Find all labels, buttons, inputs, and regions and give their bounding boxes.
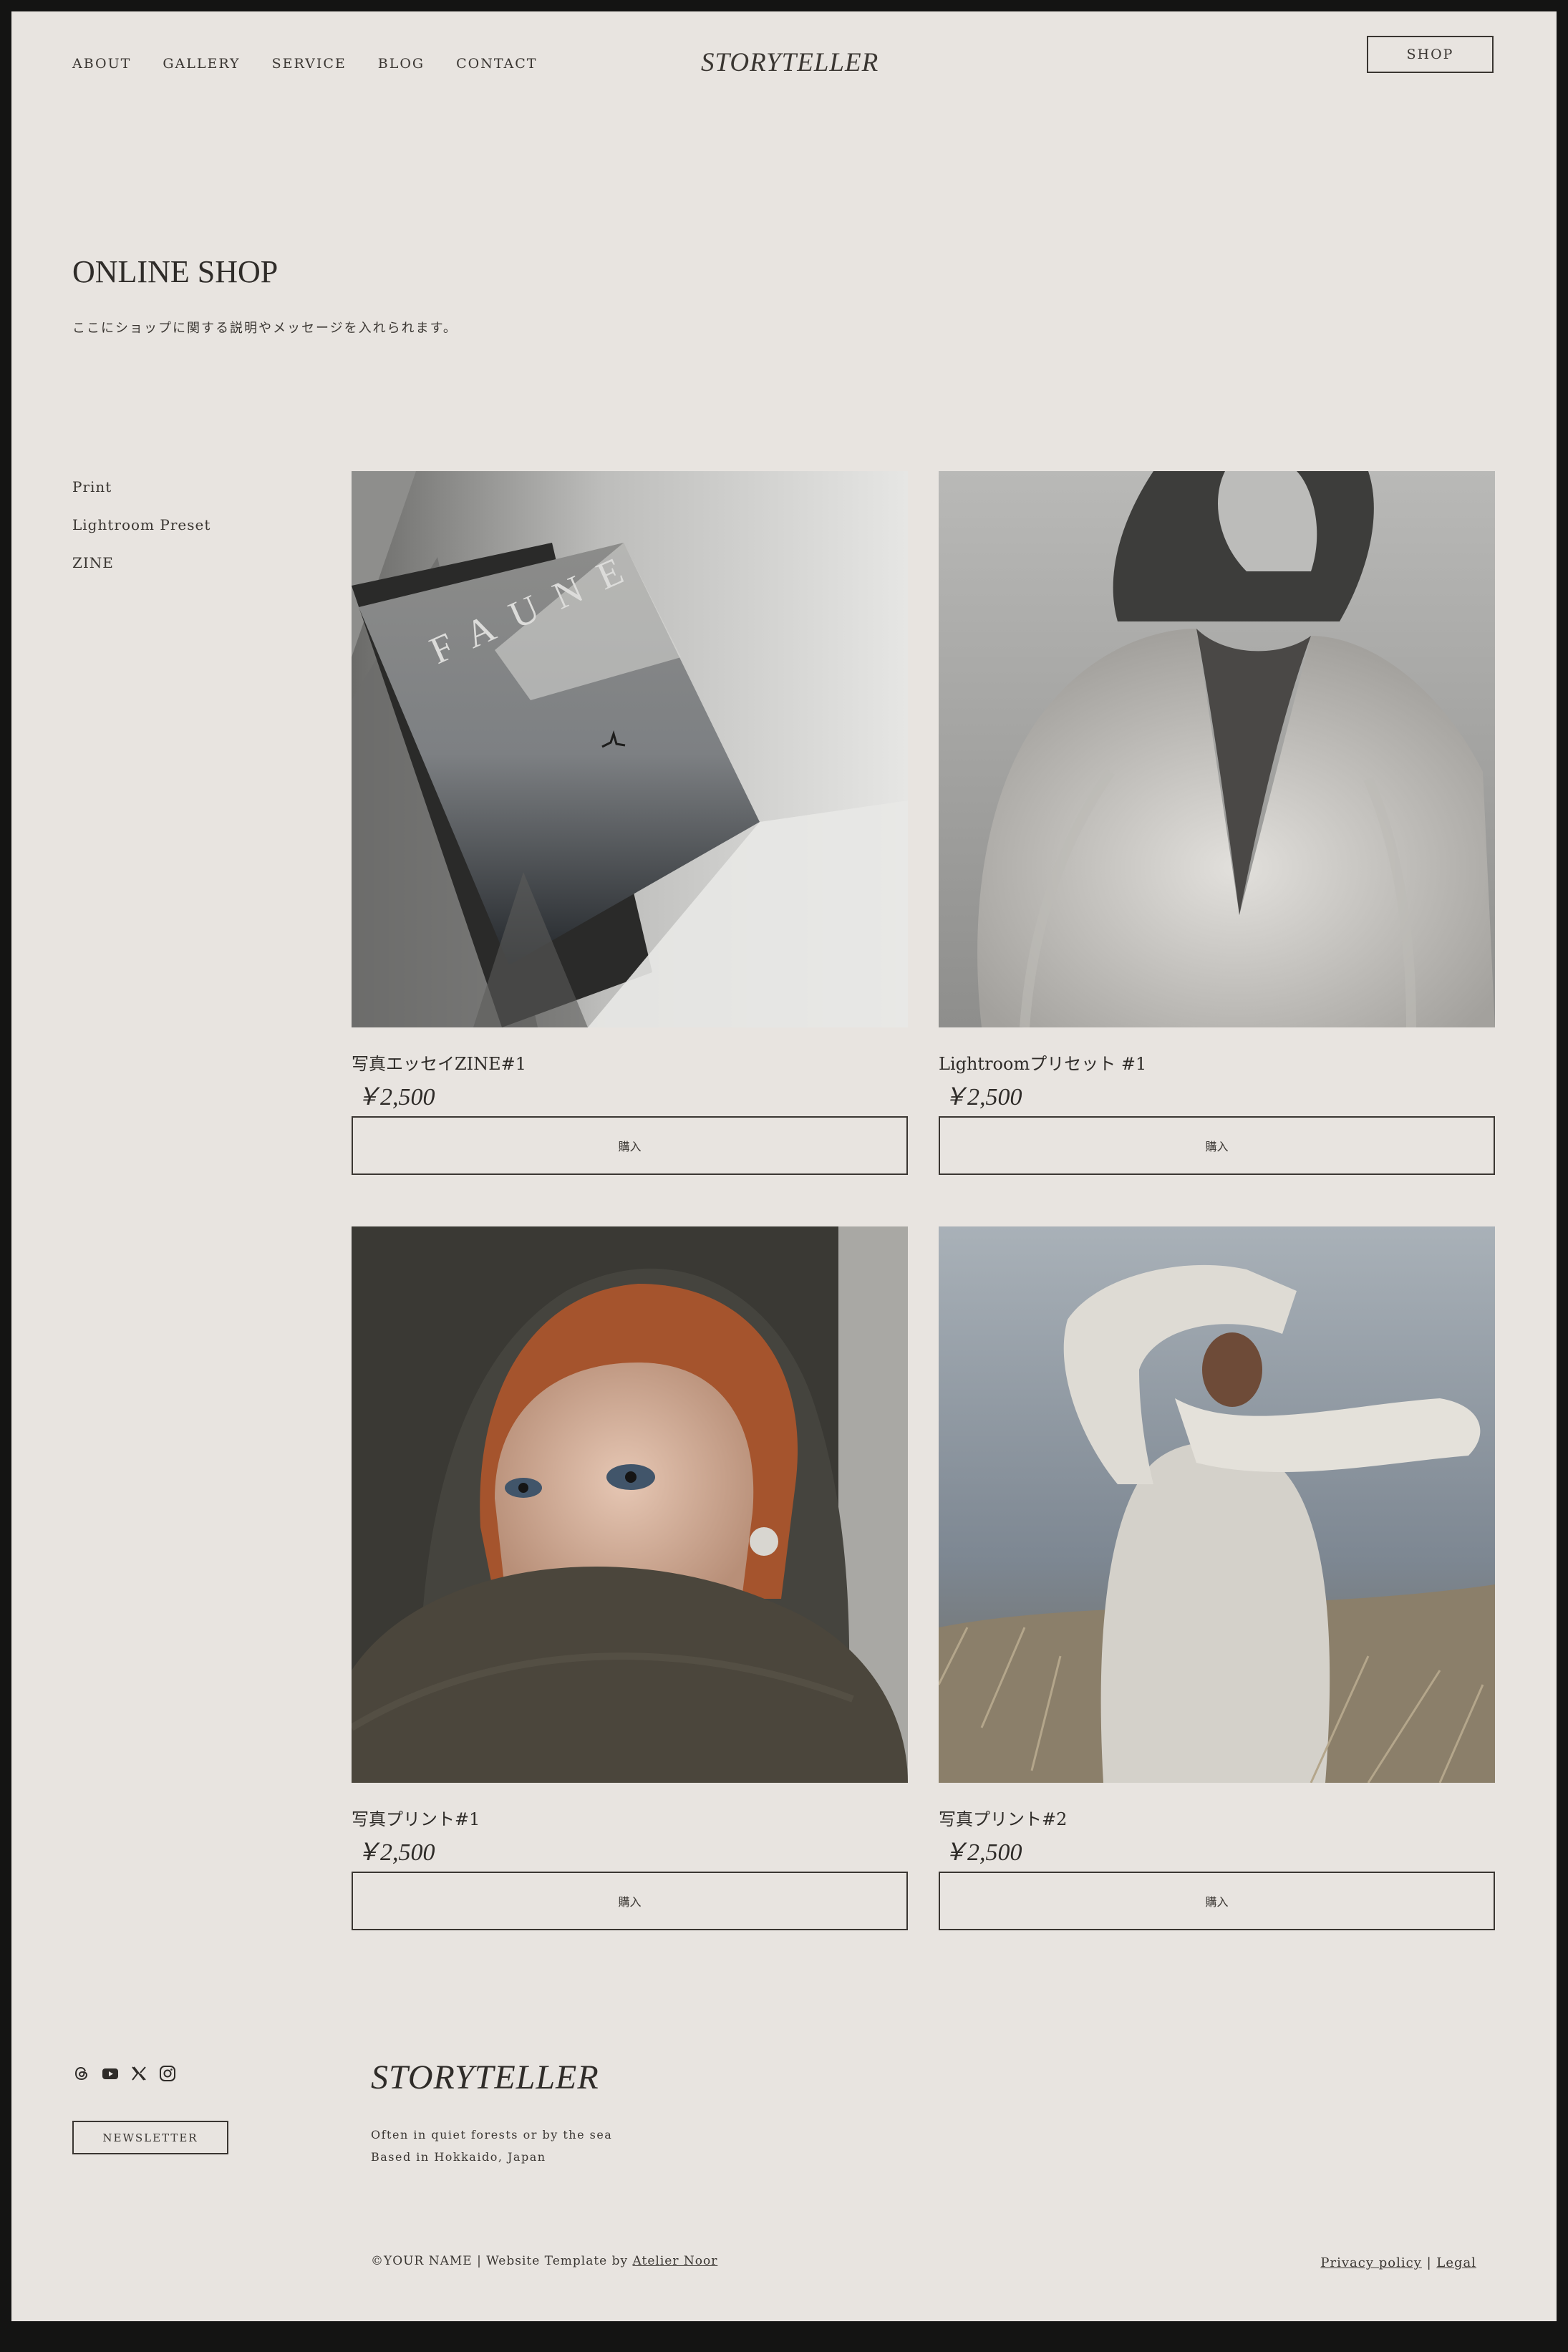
category-list: Print Lightroom Preset ZINE (72, 478, 210, 592)
site-logo[interactable]: STORYTELLER (701, 47, 879, 78)
product-image-print-1[interactable] (352, 1226, 908, 1783)
x-icon[interactable] (130, 2065, 147, 2082)
product-image-zine[interactable]: FAUNE (352, 471, 908, 1027)
credit-link[interactable]: Atelier Noor (633, 2254, 718, 2268)
product-price: ￥2,500 (356, 1084, 435, 1110)
product-card: 写真プリント#2 ￥2,500 購入 (939, 1226, 1495, 1930)
product-image-lightroom[interactable] (939, 471, 1495, 1027)
nav-about[interactable]: ABOUT (72, 56, 131, 72)
legal-link[interactable]: Legal (1436, 2255, 1476, 2270)
buy-button[interactable]: 購入 (352, 1116, 908, 1175)
shop-button[interactable]: SHOP (1367, 36, 1494, 73)
tagline-line-2: Based in Hokkaido, Japan (371, 2150, 546, 2164)
youtube-icon[interactable] (102, 2065, 119, 2082)
main-nav: ABOUT GALLERY SERVICE BLOG CONTACT (72, 56, 537, 72)
legal-links: Privacy policy | Legal (1320, 2255, 1476, 2270)
social-links (73, 2065, 176, 2082)
tagline-line-1: Often in quiet forests or by the sea (371, 2128, 613, 2142)
nav-gallery[interactable]: GALLERY (163, 56, 240, 72)
page-description: ここにショップに関する説明やメッセージを入れられます。 (72, 321, 458, 336)
product-price: ￥2,500 (943, 1839, 1022, 1866)
newsletter-button[interactable]: NEWSLETTER (72, 2121, 228, 2154)
product-name[interactable]: 写真プリント#2 (939, 1805, 1495, 1832)
threads-icon[interactable] (73, 2065, 90, 2082)
product-image-print-2[interactable] (939, 1226, 1495, 1783)
page-title: ONLINE SHOP (72, 254, 279, 289)
nav-blog[interactable]: BLOG (378, 56, 425, 72)
product-card: FAUNE 写真エッセイZINE#1 ￥2,500 購入 (352, 471, 908, 1175)
product-price: ￥2,500 (943, 1084, 1022, 1110)
product-name[interactable]: 写真プリント#1 (352, 1805, 908, 1832)
instagram-icon[interactable] (159, 2065, 176, 2082)
product-price: ￥2,500 (356, 1839, 435, 1866)
buy-button[interactable]: 購入 (939, 1116, 1495, 1175)
category-lightroom-preset[interactable]: Lightroom Preset (72, 516, 210, 554)
page: ABOUT GALLERY SERVICE BLOG CONTACT STORY… (11, 11, 1557, 2321)
footer-logo[interactable]: STORYTELLER (371, 2058, 599, 2097)
nav-service[interactable]: SERVICE (272, 56, 347, 72)
product-name[interactable]: Lightroomプリセット #1 (939, 1050, 1495, 1077)
buy-button[interactable]: 購入 (352, 1872, 908, 1930)
nav-contact[interactable]: CONTACT (456, 56, 537, 72)
copyright: ©YOUR NAME | Website Template by Atelier… (371, 2254, 717, 2268)
product-name[interactable]: 写真エッセイZINE#1 (352, 1050, 908, 1077)
category-zine[interactable]: ZINE (72, 554, 210, 592)
legal-separator: | (1421, 2255, 1437, 2270)
copyright-text: ©YOUR NAME | Website Template by (371, 2254, 633, 2268)
category-print[interactable]: Print (72, 478, 210, 516)
buy-button[interactable]: 購入 (939, 1872, 1495, 1930)
product-card: 写真プリント#1 ￥2,500 購入 (352, 1226, 908, 1930)
privacy-policy-link[interactable]: Privacy policy (1320, 2255, 1421, 2270)
product-card: Lightroomプリセット #1 ￥2,500 購入 (939, 471, 1495, 1175)
footer-tagline: Often in quiet forests or by the sea Bas… (371, 2124, 612, 2168)
